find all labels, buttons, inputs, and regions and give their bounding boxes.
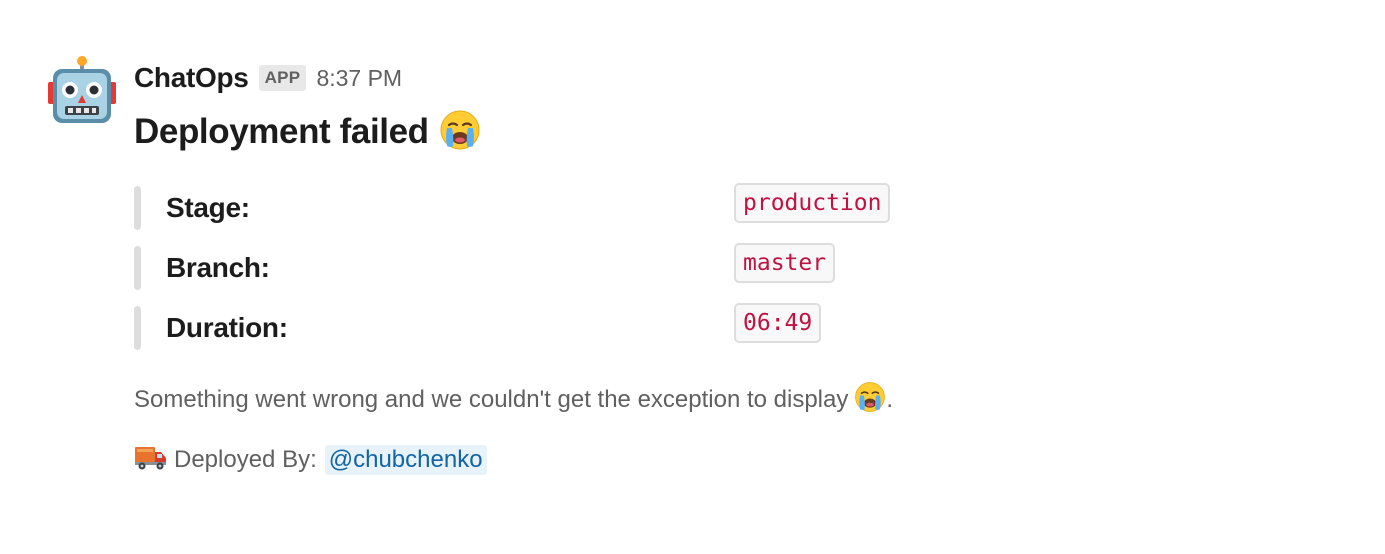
field-row-stage: Stage: production bbox=[134, 182, 1034, 242]
field-value-code: master bbox=[734, 243, 836, 283]
field-accent-bar bbox=[134, 246, 141, 290]
crying-face-icon bbox=[854, 381, 886, 420]
app-badge: APP bbox=[258, 65, 307, 91]
message-title: Deployment failed bbox=[134, 108, 481, 156]
field-label: Branch: bbox=[166, 252, 270, 283]
note-text: Something went wrong and we couldn't get… bbox=[134, 386, 849, 413]
crying-face-icon bbox=[439, 109, 481, 156]
sender-name[interactable]: ChatOps bbox=[134, 62, 249, 94]
robot-face-icon[interactable] bbox=[48, 54, 116, 126]
message-header: ChatOps APP 8:37 PM bbox=[134, 60, 402, 96]
field-row-branch: Branch: master bbox=[134, 242, 1034, 302]
title-text: Deployment failed bbox=[134, 112, 429, 151]
timestamp[interactable]: 8:37 PM bbox=[316, 65, 402, 92]
deploy-footer: Deployed By: @chubchenko bbox=[134, 442, 487, 478]
field-label: Stage: bbox=[166, 192, 250, 223]
attachment-fields: Stage: production Branch: master Duratio… bbox=[134, 182, 1034, 362]
field-accent-bar bbox=[134, 306, 141, 350]
note-suffix: . bbox=[886, 386, 894, 413]
footer-label: Deployed By: bbox=[174, 446, 317, 473]
field-value-code: production bbox=[734, 183, 891, 223]
delivery-truck-icon bbox=[134, 443, 168, 478]
error-note: Something went wrong and we couldn't get… bbox=[134, 381, 894, 420]
field-value-code: 06:49 bbox=[734, 303, 822, 343]
chat-message: ChatOps APP 8:37 PM Deployment failed St… bbox=[0, 0, 1385, 554]
field-label: Duration: bbox=[166, 312, 288, 343]
user-mention-link[interactable]: @chubchenko bbox=[324, 445, 487, 475]
field-accent-bar bbox=[134, 186, 141, 230]
field-row-duration: Duration: 06:49 bbox=[134, 302, 1034, 362]
